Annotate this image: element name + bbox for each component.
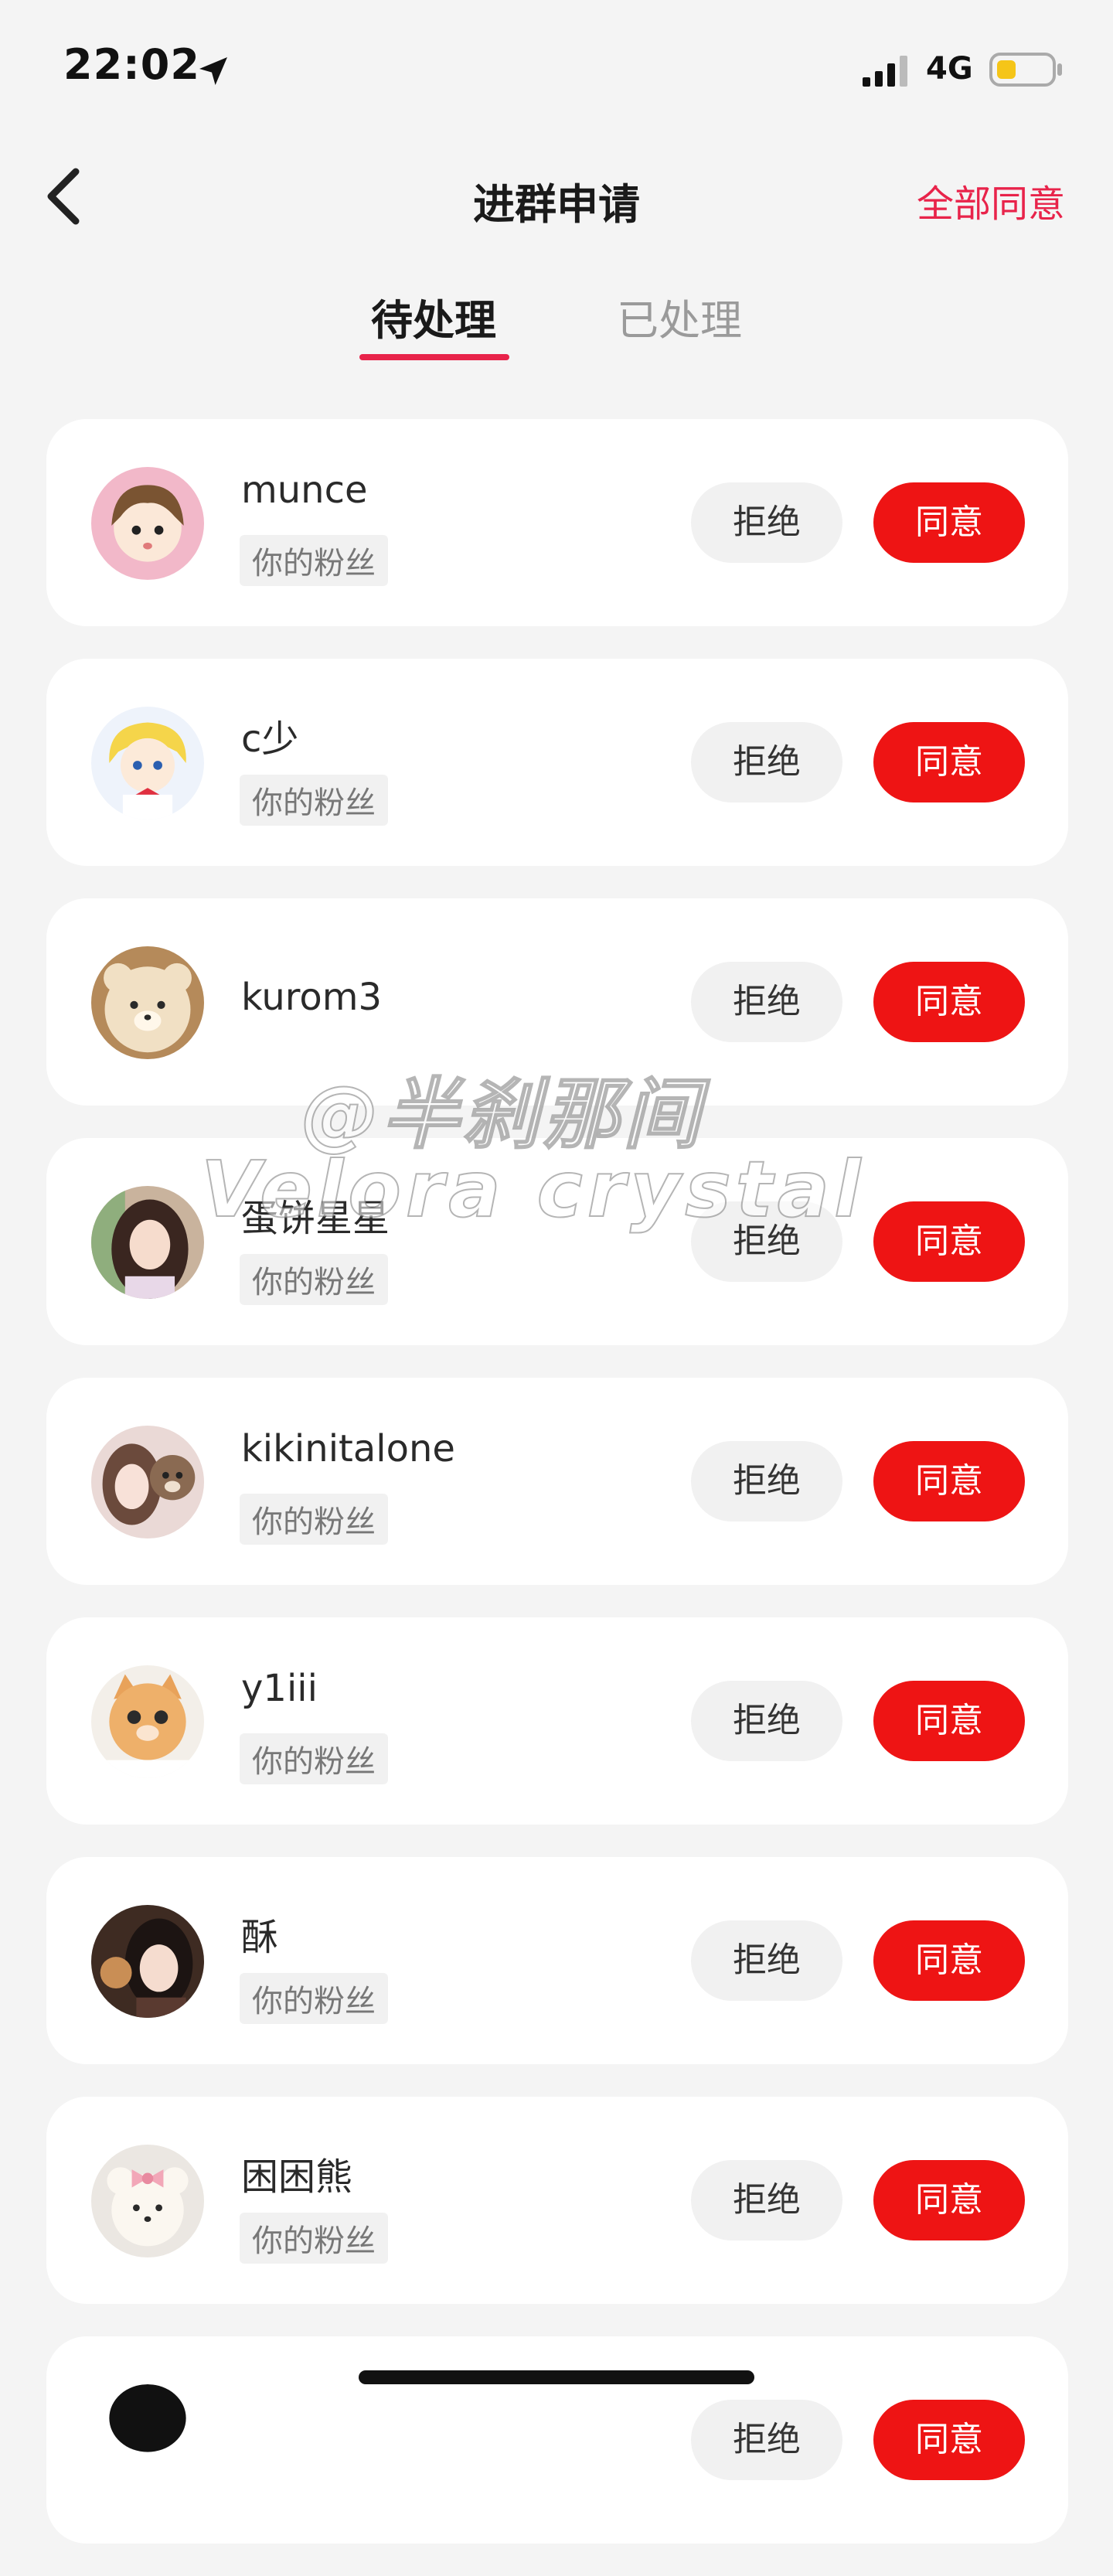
agree-button[interactable]: 同意	[873, 962, 1025, 1042]
request-card: 拒绝 同意	[46, 2336, 1068, 2544]
request-card: munce 你的粉丝 拒绝 同意	[46, 419, 1068, 626]
avatar-icon	[91, 2384, 204, 2497]
reject-button[interactable]: 拒绝	[691, 1201, 842, 1282]
avatar[interactable]	[91, 467, 204, 580]
reject-button[interactable]: 拒绝	[691, 1441, 842, 1521]
request-card: 困困熊 你的粉丝 拒绝 同意	[46, 2097, 1068, 2304]
fan-tag: 你的粉丝	[240, 535, 388, 586]
reject-button[interactable]: 拒绝	[691, 1920, 842, 2001]
request-list: munce 你的粉丝 拒绝 同意 c少 你的粉丝 拒绝 同意 kurom3 拒绝…	[46, 419, 1068, 2576]
tab-processed[interactable]: 已处理	[617, 286, 742, 347]
anime-character-avatar-icon	[91, 707, 204, 819]
avatar[interactable]	[91, 1905, 204, 2018]
fan-tag: 你的粉丝	[240, 1733, 388, 1784]
user-name: 困困熊	[241, 2155, 353, 2199]
fan-tag: 你的粉丝	[240, 2213, 388, 2264]
agree-button[interactable]: 同意	[873, 2160, 1025, 2240]
reject-button[interactable]: 拒绝	[691, 2400, 842, 2480]
user-name: kurom3	[241, 976, 383, 1019]
agree-button[interactable]: 同意	[873, 2400, 1025, 2480]
request-card: kikinitalone 你的粉丝 拒绝 同意	[46, 1378, 1068, 1585]
tab-pending[interactable]: 待处理	[371, 286, 496, 347]
status-time: 22:02	[63, 40, 200, 89]
request-card: c少 你的粉丝 拒绝 同意	[46, 659, 1068, 866]
agree-button[interactable]: 同意	[873, 1201, 1025, 1282]
kitten-avatar-icon	[91, 1665, 204, 1778]
user-name: munce	[241, 469, 368, 512]
agree-button[interactable]: 同意	[873, 482, 1025, 563]
avatar[interactable]	[91, 707, 204, 819]
signal-icon	[863, 56, 907, 87]
agree-button[interactable]: 同意	[873, 1681, 1025, 1761]
home-indicator[interactable]	[359, 2370, 754, 2384]
network-label: 4G	[926, 51, 973, 87]
fan-tag: 你的粉丝	[240, 1973, 388, 2024]
avatar[interactable]	[91, 1186, 204, 1299]
user-name: 蛋饼星星	[241, 1197, 390, 1240]
user-name: kikinitalone	[241, 1427, 455, 1470]
location-arrow-icon	[199, 57, 227, 85]
agree-button[interactable]: 同意	[873, 1920, 1025, 2001]
fan-tag: 你的粉丝	[240, 775, 388, 826]
girl-photo-avatar-icon	[91, 1186, 204, 1299]
avatar[interactable]	[91, 1665, 204, 1778]
agree-all-button[interactable]: 全部同意	[917, 173, 1065, 227]
reject-button[interactable]: 拒绝	[691, 962, 842, 1042]
request-card: 蛋饼星星 你的粉丝 拒绝 同意	[46, 1138, 1068, 1345]
agree-button[interactable]: 同意	[873, 1441, 1025, 1521]
bear-bow-plush-avatar-icon	[91, 2145, 204, 2257]
girl-portrait-avatar-icon	[91, 1905, 204, 2018]
fan-tag: 你的粉丝	[240, 1494, 388, 1545]
tab-bar: 待处理 已处理	[0, 286, 1113, 371]
user-name: c少	[241, 717, 299, 761]
nav-bar: 进群申请 全部同意	[0, 147, 1113, 247]
anime-girl-avatar-icon	[91, 467, 204, 580]
user-name: 酥	[241, 1916, 279, 1959]
avatar[interactable]	[91, 2384, 204, 2497]
reject-button[interactable]: 拒绝	[691, 2160, 842, 2240]
reject-button[interactable]: 拒绝	[691, 482, 842, 563]
user-name: y1iii	[241, 1667, 318, 1710]
fan-tag: 你的粉丝	[240, 1254, 388, 1305]
avatar[interactable]	[91, 946, 204, 1059]
reject-button[interactable]: 拒绝	[691, 722, 842, 802]
agree-button[interactable]: 同意	[873, 722, 1025, 802]
avatar[interactable]	[91, 2145, 204, 2257]
girl-with-plush-avatar-icon	[91, 1426, 204, 1538]
reject-button[interactable]: 拒绝	[691, 1681, 842, 1761]
status-bar: 22:02 4G	[0, 0, 1113, 131]
avatar[interactable]	[91, 1426, 204, 1538]
active-tab-indicator	[359, 354, 509, 360]
request-card: 酥 你的粉丝 拒绝 同意	[46, 1857, 1068, 2064]
battery-icon	[989, 53, 1062, 87]
request-card: y1iii 你的粉丝 拒绝 同意	[46, 1617, 1068, 1825]
bear-plush-avatar-icon	[91, 946, 204, 1059]
request-card: kurom3 拒绝 同意	[46, 898, 1068, 1106]
